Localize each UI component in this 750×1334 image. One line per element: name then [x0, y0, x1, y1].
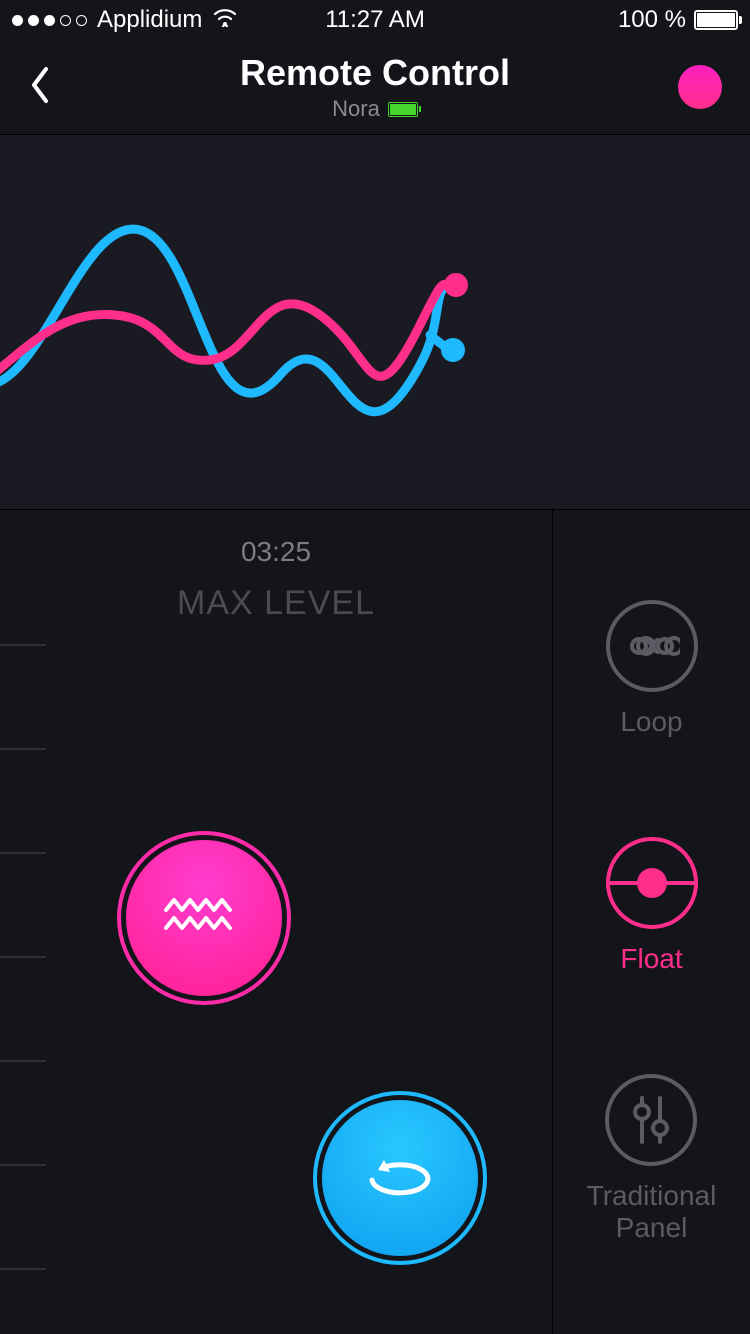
mode-sidebar: Loop Float Traditional Panel	[552, 510, 750, 1334]
vibration-wave-icon	[164, 896, 244, 941]
mode-loop-button[interactable]: Loop	[606, 600, 698, 738]
device-status: Nora	[0, 96, 750, 122]
infinity-icon	[606, 600, 698, 692]
wifi-icon	[212, 6, 238, 34]
rotation-arrow-icon	[360, 1146, 440, 1211]
mode-traditional-button[interactable]: Traditional Panel	[587, 1074, 717, 1244]
record-indicator-button[interactable]	[678, 65, 722, 109]
carrier-label: Applidium	[97, 6, 202, 34]
device-battery-icon	[388, 102, 418, 117]
vibration-knob[interactable]	[126, 840, 282, 996]
page-title: Remote Control	[0, 52, 750, 94]
mode-float-button[interactable]: Float	[606, 837, 698, 975]
nav-header: Remote Control Nora	[0, 40, 750, 135]
nav-title-block: Remote Control Nora	[0, 52, 750, 122]
control-pane[interactable]: 03:25 MAX LEVEL	[0, 510, 552, 1334]
mode-loop-label: Loop	[620, 706, 682, 738]
status-bar: Applidium 11:27 AM 100 %	[0, 0, 750, 40]
signal-dots-icon	[12, 15, 87, 26]
timer-label: 03:25	[0, 536, 552, 568]
status-right: 100 %	[618, 6, 738, 34]
mode-float-label: Float	[620, 943, 682, 975]
level-label: MAX LEVEL	[0, 584, 552, 623]
float-icon	[606, 837, 698, 929]
sliders-icon	[605, 1074, 697, 1166]
mode-traditional-label: Traditional Panel	[587, 1180, 717, 1244]
rotation-knob[interactable]	[322, 1100, 478, 1256]
status-left: Applidium	[12, 6, 238, 34]
waveform-display	[0, 135, 750, 510]
lower-panel: 03:25 MAX LEVEL	[0, 510, 750, 1334]
back-button[interactable]	[28, 65, 52, 110]
level-ticks	[0, 644, 46, 1334]
battery-icon	[694, 10, 738, 30]
device-name-label: Nora	[332, 96, 380, 122]
battery-percent-label: 100 %	[618, 6, 686, 34]
